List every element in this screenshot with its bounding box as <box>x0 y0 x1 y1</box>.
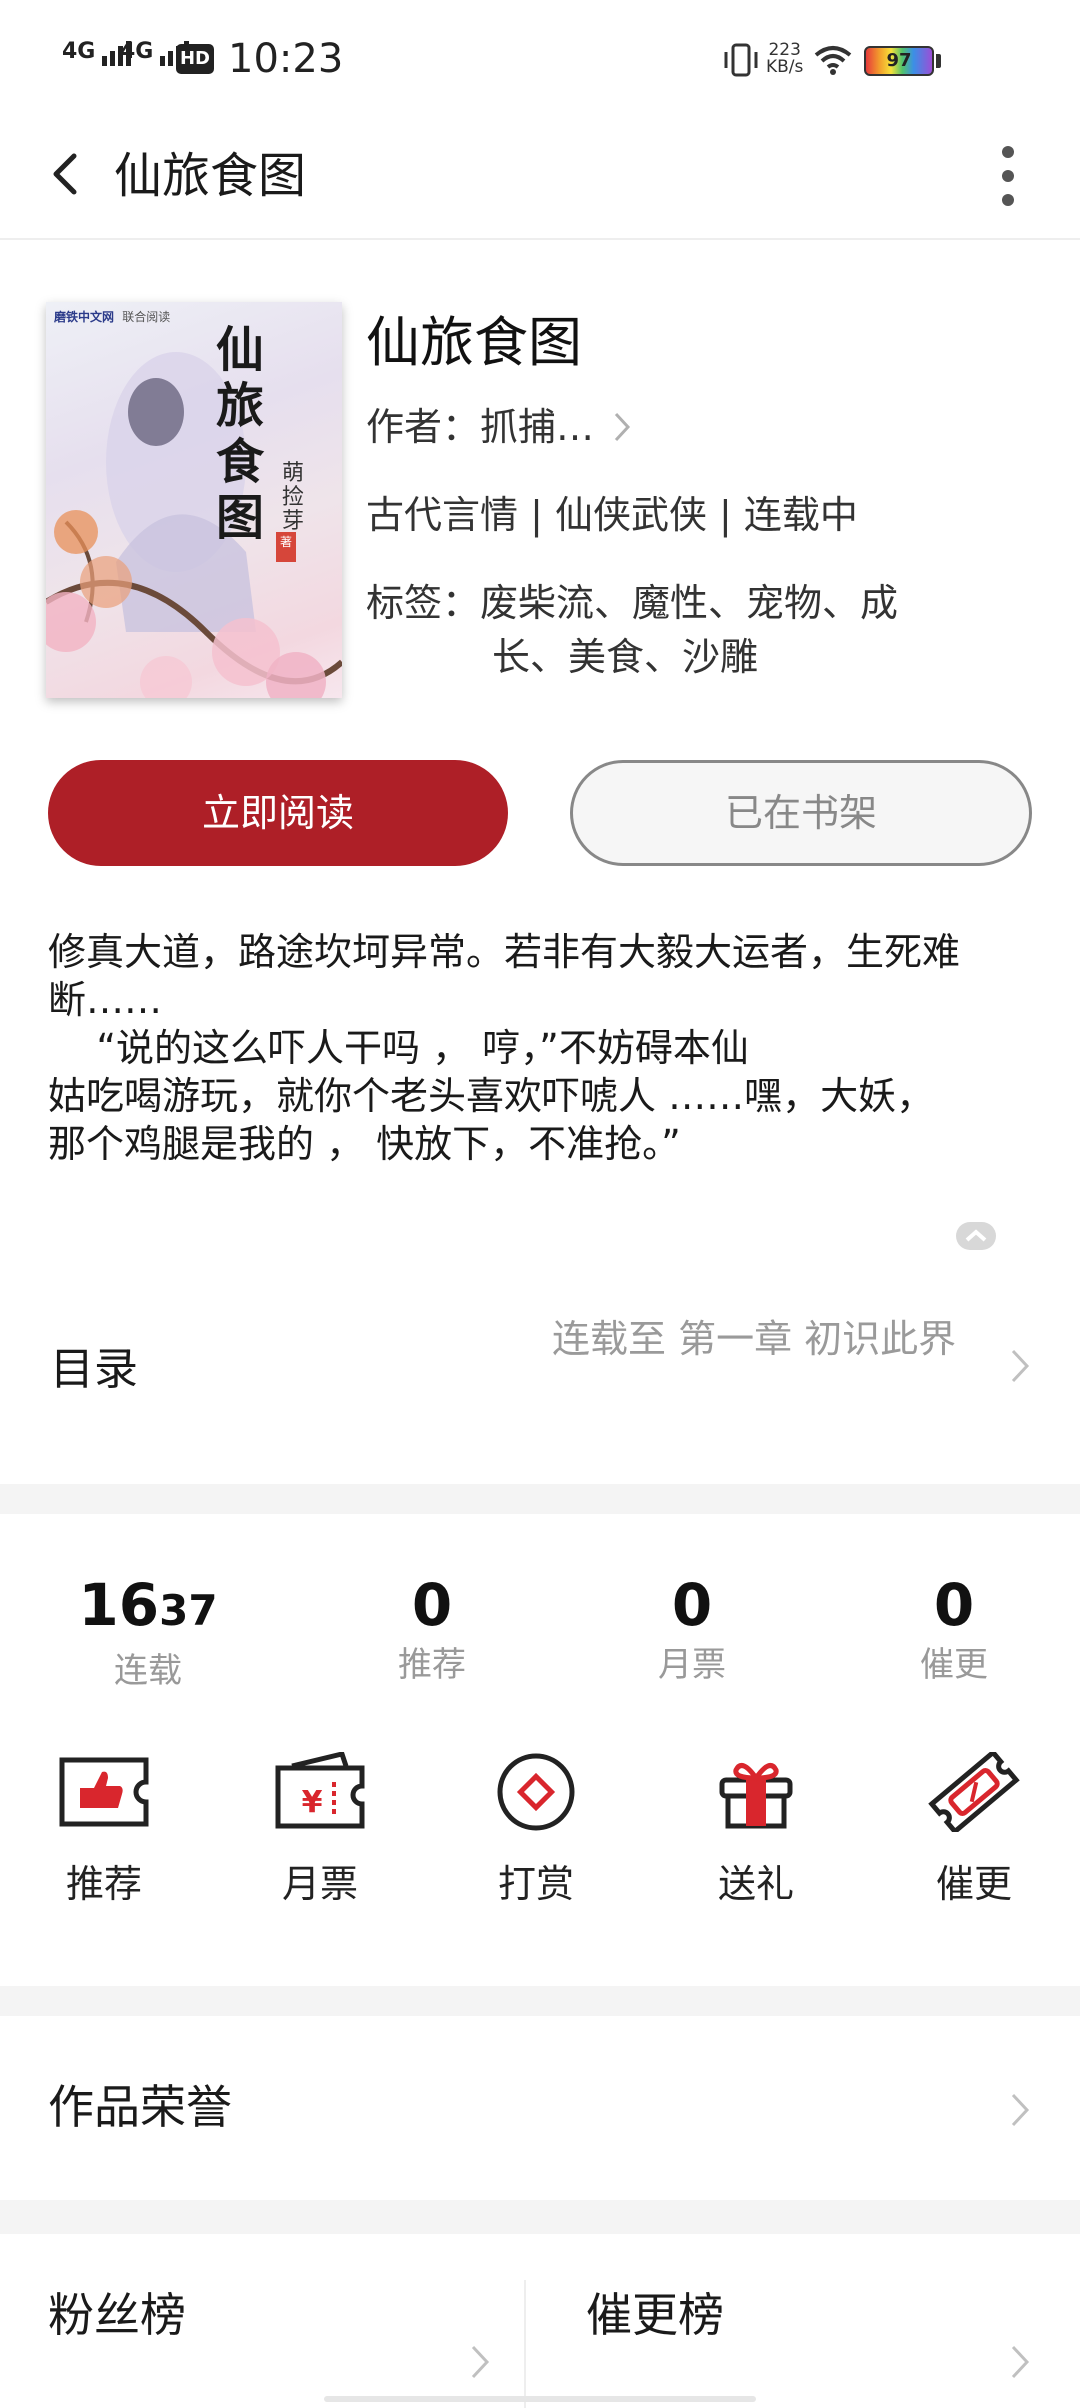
book-title: 仙旅食图 <box>366 311 582 374</box>
book-description: 修真大道，路途坎坷异常。若非有大毅大运者，生死难断…… “说的这么吓人干吗 ， … <box>48 930 961 1166</box>
svg-text:¥: ¥ <box>302 1785 323 1820</box>
section-gap <box>0 1484 1080 1514</box>
cover-badge: 著 <box>280 535 293 549</box>
tags-line2: 长、美食、沙雕 <box>492 635 759 679</box>
honors-label: 作品荣誉 <box>48 2080 232 2134</box>
tags-line1: 废柴流、魔性、宠物、成 <box>480 581 899 625</box>
yuan-ticket-icon: ¥ <box>275 1751 365 1829</box>
back-arrow-icon[interactable] <box>44 144 84 204</box>
vibrate-icon <box>724 43 758 77</box>
toc-latest-chapter: 连载至 第一章 初识此界 <box>552 1317 957 1361</box>
status-bar: 4G 4G HD 10:23 223 KB/s 97 <box>0 0 1080 120</box>
chevron-right-icon <box>471 2345 490 2379</box>
collapse-toggle[interactable] <box>956 1222 996 1250</box>
status-time: 10:23 <box>228 36 344 82</box>
urge-ranking-label: 催更榜 <box>586 2288 724 2342</box>
stat-urge: 0 催更 <box>920 1571 988 1685</box>
urge-ranking[interactable]: 催更榜 <box>526 2234 1080 2408</box>
stat-recommend: 0 推荐 <box>398 1571 466 1685</box>
monthly-ticket-button[interactable]: ¥ 月票 <box>240 1751 400 1912</box>
home-indicator <box>324 2396 756 2402</box>
fans-ranking-label: 粉丝榜 <box>48 2288 186 2342</box>
tilted-ticket-icon <box>928 1748 1020 1836</box>
page-title: 仙旅食图 <box>114 148 307 204</box>
honors-row[interactable]: 作品荣誉 <box>0 2016 1080 2200</box>
more-options-icon[interactable] <box>990 144 1026 208</box>
recommend-button[interactable]: 推荐 <box>24 1752 184 1912</box>
author-name: 抓捕… <box>480 405 595 449</box>
gift-button[interactable]: 送礼 <box>676 1752 836 1912</box>
toc-label: 目录 <box>50 1344 138 1395</box>
stat-monthly-ticket: 0 月票 <box>658 1571 726 1685</box>
section-gap <box>0 2200 1080 2234</box>
section-gap <box>0 1986 1080 2016</box>
toc-row[interactable]: 目录 连载至 第一章 初识此界 <box>0 1290 1080 1440</box>
cover-author: 萌捡芽 <box>282 461 305 534</box>
thumbs-up-ticket-icon <box>59 1757 149 1827</box>
chevron-up-icon <box>965 1229 987 1242</box>
battery-icon: 97 <box>864 46 934 76</box>
header-divider <box>0 238 1080 240</box>
battery-cap <box>936 54 941 68</box>
fans-ranking[interactable]: 粉丝榜 <box>0 2234 524 2408</box>
stat-serializing: 1637 连载 <box>78 1571 218 1691</box>
read-now-button[interactable]: 立即阅读 <box>48 760 508 866</box>
book-category: 古代言情 | 仙侠武侠 | 连载中 <box>366 493 858 537</box>
gift-icon <box>719 1763 793 1829</box>
chevron-right-icon <box>615 412 631 442</box>
chevron-right-icon <box>1011 1349 1030 1383</box>
author-label: 作者： <box>366 405 481 449</box>
chevron-right-icon <box>1011 2345 1030 2379</box>
net-speed: 223 KB/s <box>766 40 804 77</box>
urge-update-button[interactable]: 催更 <box>894 1748 1054 1912</box>
hd-icon: HD <box>176 44 214 74</box>
tags-row: 标签：废柴流、魔性、宠物、成 <box>366 576 898 630</box>
in-shelf-button[interactable]: 已在书架 <box>570 760 1032 866</box>
diamond-coin-icon <box>497 1753 575 1831</box>
book-cover[interactable]: 磨铁中文网 联合阅读 仙旅食图 萌捡芽 著 <box>46 302 342 698</box>
wifi-icon <box>814 46 852 75</box>
reward-button[interactable]: 打赏 <box>456 1752 616 1912</box>
tags-label: 标签： <box>366 581 481 625</box>
cover-title: 仙旅食图 <box>216 322 265 546</box>
chevron-right-icon <box>1011 2093 1030 2127</box>
author-row[interactable]: 作者：抓捕… <box>366 400 632 454</box>
